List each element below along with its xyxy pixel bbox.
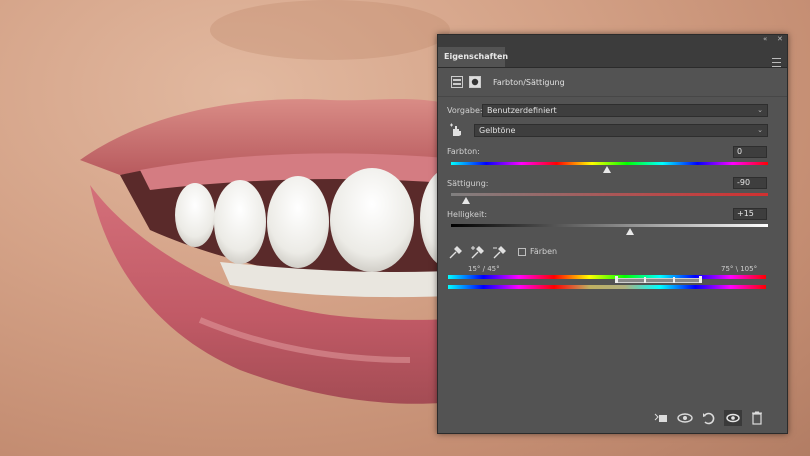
- view-previous-state-icon[interactable]: [676, 410, 694, 426]
- hand-glyph: [450, 123, 461, 136]
- lightness-slider-thumb[interactable]: [626, 228, 634, 235]
- range-inner-right-handle[interactable]: [673, 277, 675, 283]
- panel-menu-icon[interactable]: [772, 58, 781, 67]
- adjustment-layer-icon[interactable]: [451, 76, 463, 88]
- view-previous-glyph: [677, 413, 693, 423]
- hue-label: Farbton:: [447, 147, 480, 156]
- source-color-bar: [448, 275, 766, 279]
- reset-glyph: [703, 412, 715, 425]
- eyedropper-plus-icon[interactable]: [470, 246, 484, 260]
- adjustment-layer-glyph: [453, 79, 461, 85]
- eyedropper-minus-icon[interactable]: [492, 246, 506, 260]
- mask-icon[interactable]: [469, 76, 481, 88]
- chevron-down-icon: ⌄: [757, 126, 763, 134]
- trash-glyph: [752, 411, 762, 425]
- adjustment-title: Farbton/Sättigung: [493, 78, 565, 87]
- panel-tab-bar: Eigenschaften: [438, 43, 787, 68]
- range-selector[interactable]: [616, 278, 701, 283]
- range-right-label: 75° \ 105°: [721, 265, 758, 273]
- saturation-input[interactable]: -90: [733, 177, 767, 189]
- preset-label: Vorgabe:: [447, 106, 483, 115]
- eyedropper-minus-glyph: [493, 246, 506, 259]
- tab-eigenschaften[interactable]: Eigenschaften: [438, 47, 508, 67]
- saturation-slider-track[interactable]: [451, 193, 768, 196]
- hue-input[interactable]: 0: [733, 146, 767, 158]
- targeted-adjust-hand-icon[interactable]: [449, 123, 463, 137]
- colorize-checkbox[interactable]: [518, 248, 526, 256]
- chevron-down-icon: ⌄: [757, 106, 763, 114]
- hue-slider-thumb[interactable]: [603, 166, 611, 173]
- visibility-eye-icon[interactable]: [724, 410, 742, 426]
- hue-slider-track[interactable]: [451, 162, 768, 165]
- eyedropper-icon[interactable]: [448, 246, 462, 260]
- eye-glyph: [726, 413, 740, 423]
- range-right-handle[interactable]: [699, 276, 702, 283]
- saturation-label: Sättigung:: [447, 179, 489, 188]
- properties-panel: « ✕ Eigenschaften Farbton/Sättigung Vorg…: [437, 34, 788, 434]
- reset-icon[interactable]: [700, 410, 718, 426]
- mask-glyph: [471, 78, 479, 86]
- panel-title-strip[interactable]: [438, 35, 787, 43]
- lightness-slider-track[interactable]: [451, 224, 768, 227]
- lightness-label: Helligkeit:: [447, 210, 488, 219]
- range-left-handle[interactable]: [615, 276, 618, 283]
- adjustment-header: Farbton/Sättigung: [438, 68, 787, 97]
- result-color-bar: [448, 285, 766, 289]
- collapse-icon[interactable]: «: [763, 35, 767, 43]
- clip-to-layer-icon[interactable]: [652, 410, 670, 426]
- eyedropper-plus-glyph: [471, 246, 484, 259]
- clip-glyph: [654, 413, 667, 422]
- channel-value: Gelbtöne: [479, 126, 516, 135]
- saturation-slider-thumb[interactable]: [462, 197, 470, 204]
- range-inner-left-handle[interactable]: [644, 277, 646, 283]
- preset-value: Benutzerdefiniert: [487, 106, 557, 115]
- trash-icon[interactable]: [748, 410, 766, 426]
- preset-dropdown[interactable]: Benutzerdefiniert ⌄: [482, 104, 768, 117]
- colorize-label: Färben: [530, 247, 558, 256]
- range-left-label: 15° / 45°: [468, 265, 500, 273]
- close-icon[interactable]: ✕: [777, 35, 783, 43]
- eyedropper-glyph: [449, 246, 462, 259]
- lightness-input[interactable]: +15: [733, 208, 767, 220]
- channel-dropdown[interactable]: Gelbtöne ⌄: [474, 124, 768, 137]
